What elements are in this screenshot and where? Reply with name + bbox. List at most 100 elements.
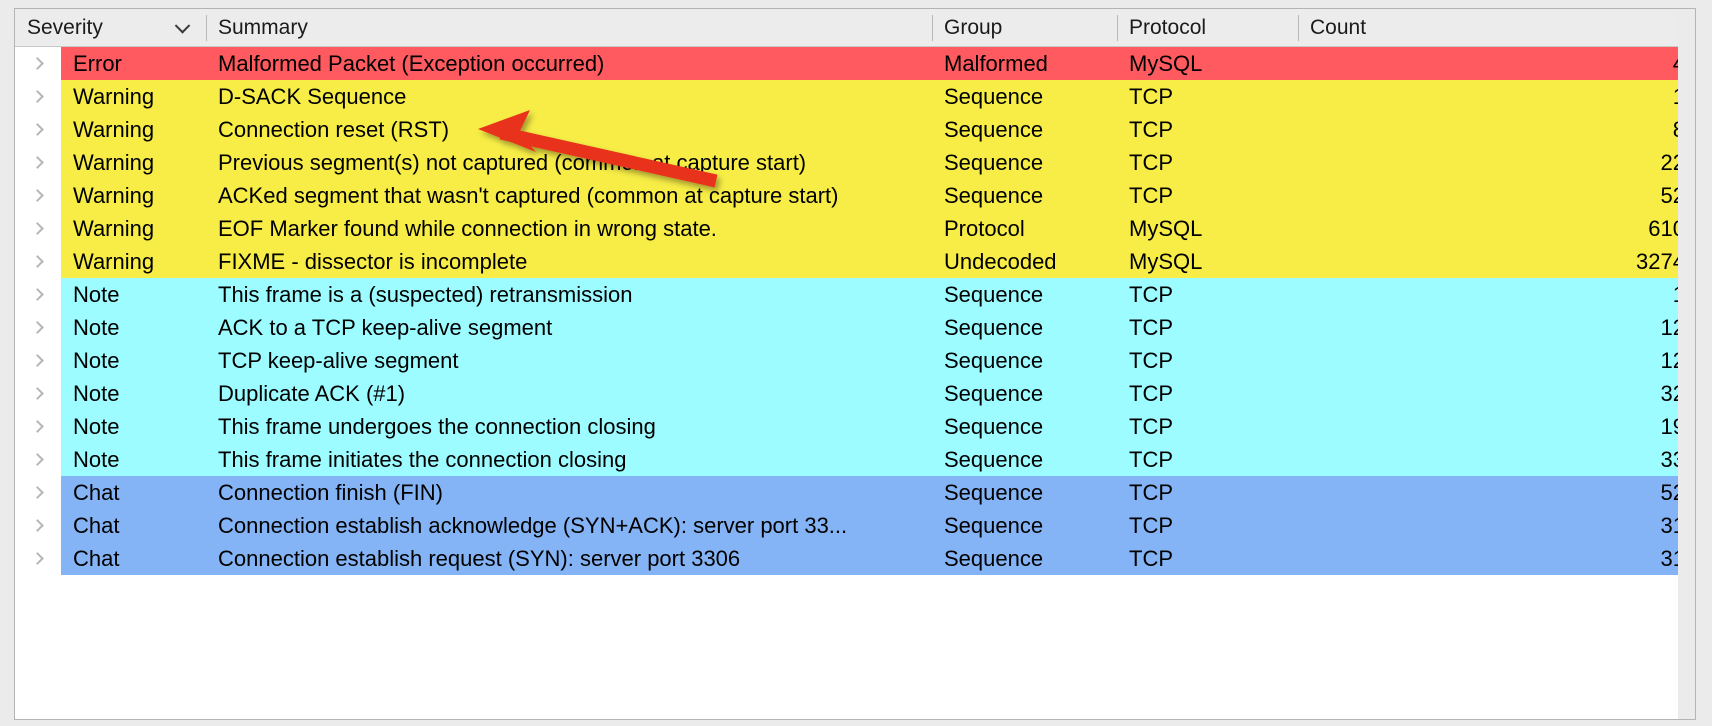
chevron-right-icon: [30, 189, 44, 202]
cell-protocol: TCP: [1117, 113, 1298, 146]
column-header-protocol-label: Protocol: [1129, 15, 1207, 39]
cell-count: 1: [1298, 278, 1695, 311]
cell-severity: Chat: [61, 509, 206, 542]
chevron-right-icon: [30, 321, 44, 334]
chevron-right-icon: [30, 453, 44, 466]
cell-summary: Connection establish request (SYN): serv…: [206, 542, 932, 575]
row-expander[interactable]: [15, 542, 61, 575]
chevron-right-icon: [30, 420, 44, 433]
row-expander[interactable]: [15, 179, 61, 212]
column-header-group[interactable]: Group: [932, 9, 1117, 47]
row-expander[interactable]: [15, 443, 61, 476]
chevron-right-icon: [30, 123, 44, 136]
cell-severity: Note: [61, 344, 206, 377]
cell-group: Sequence: [932, 311, 1117, 344]
cell-summary: Connection finish (FIN): [206, 476, 932, 509]
cell-severity: Warning: [61, 179, 206, 212]
table-row[interactable]: Note Duplicate ACK (#1) Sequence TCP 32: [15, 377, 1695, 410]
table-row[interactable]: Note This frame initiates the connection …: [15, 443, 1695, 476]
row-expander[interactable]: [15, 311, 61, 344]
cell-summary: ACKed segment that wasn't captured (comm…: [206, 179, 932, 212]
chevron-right-icon: [30, 354, 44, 367]
cell-protocol: TCP: [1117, 80, 1298, 113]
cell-group: Sequence: [932, 377, 1117, 410]
chevron-right-icon: [30, 90, 44, 103]
cell-group: Sequence: [932, 443, 1117, 476]
cell-group: Sequence: [932, 146, 1117, 179]
row-expander[interactable]: [15, 113, 61, 146]
cell-protocol: TCP: [1117, 146, 1298, 179]
row-expander[interactable]: [15, 47, 61, 80]
cell-severity: Warning: [61, 245, 206, 278]
table-row[interactable]: Warning FIXME - dissector is incomplete Un…: [15, 245, 1695, 278]
row-expander[interactable]: [15, 245, 61, 278]
cell-severity: Warning: [61, 113, 206, 146]
cell-count: 33: [1298, 443, 1695, 476]
row-expander[interactable]: [15, 146, 61, 179]
column-header-summary[interactable]: Summary: [206, 9, 932, 47]
table-row[interactable]: WarningD-SACK SequenceSequenceTCP1: [15, 80, 1695, 113]
table-row[interactable]: Warning Connection reset (RST) Sequence TCP…: [15, 113, 1695, 146]
cell-severity: Note: [61, 410, 206, 443]
row-expander[interactable]: [15, 509, 61, 542]
table-body: Error Malformed Packet (Exception occurre…: [15, 47, 1695, 719]
table-row[interactable]: Warning ACKed segment that wasn't capture…: [15, 179, 1695, 212]
cell-summary: ACK to a TCP keep-alive segment: [206, 311, 932, 344]
column-header-group-label: Group: [944, 15, 1003, 39]
cell-protocol: TCP: [1117, 443, 1298, 476]
chevron-down-icon: [174, 17, 191, 34]
cell-summary: Malformed Packet (Exception occurred): [206, 47, 932, 80]
cell-summary: Connection reset (RST): [206, 113, 932, 146]
cell-group: Sequence: [932, 179, 1117, 212]
table-row[interactable]: Note TCP keep-alive segment Sequence TCP 12: [15, 344, 1695, 377]
cell-protocol: MySQL: [1117, 245, 1298, 278]
table-row[interactable]: Chat Connection establish acknowledge (SY…: [15, 509, 1695, 542]
cell-protocol: TCP: [1117, 476, 1298, 509]
table-row[interactable]: Chat Connection establish request (SYN): …: [15, 542, 1695, 575]
row-expander[interactable]: [15, 212, 61, 245]
row-expander[interactable]: [15, 80, 61, 113]
column-header-count[interactable]: Count: [1298, 9, 1695, 47]
expert-information-window: Severity Summary Group Protocol Count Er…: [0, 0, 1712, 726]
table-row[interactable]: Note This frame undergoes the connection …: [15, 410, 1695, 443]
cell-group: Sequence: [932, 476, 1117, 509]
table-row[interactable]: Error Malformed Packet (Exception occurre…: [15, 47, 1695, 80]
cell-count: 31: [1298, 509, 1695, 542]
cell-group: Malformed: [932, 47, 1117, 80]
cell-group: Protocol: [932, 212, 1117, 245]
cell-summary: D-SACK Sequence: [206, 80, 932, 113]
cell-summary: Duplicate ACK (#1): [206, 377, 932, 410]
cell-severity: Note: [61, 377, 206, 410]
cell-count: 19: [1298, 410, 1695, 443]
column-header-summary-label: Summary: [218, 15, 308, 39]
cell-summary: TCP keep-alive segment: [206, 344, 932, 377]
table-row[interactable]: Note This frame is a (suspected) retransm…: [15, 278, 1695, 311]
cell-summary: Connection establish acknowledge (SYN+AC…: [206, 509, 932, 542]
row-expander[interactable]: [15, 278, 61, 311]
table-row[interactable]: Warning EOF Marker found while connection…: [15, 212, 1695, 245]
row-expander[interactable]: [15, 344, 61, 377]
cell-group: Sequence: [932, 80, 1117, 113]
cell-summary: This frame initiates the connection clos…: [206, 443, 932, 476]
cell-severity: Note: [61, 443, 206, 476]
table-row[interactable]: Warning Previous segment(s) not captured …: [15, 146, 1695, 179]
cell-severity: Chat: [61, 476, 206, 509]
cell-severity: Note: [61, 278, 206, 311]
cell-count: 8: [1298, 113, 1695, 146]
chevron-right-icon: [30, 387, 44, 400]
cell-protocol: TCP: [1117, 410, 1298, 443]
expert-info-table-panel: Severity Summary Group Protocol Count Er…: [14, 8, 1696, 720]
cell-protocol: TCP: [1117, 377, 1298, 410]
cell-group: Undecoded: [932, 245, 1117, 278]
chevron-right-icon: [30, 156, 44, 169]
row-expander[interactable]: [15, 476, 61, 509]
row-expander[interactable]: [15, 410, 61, 443]
cell-severity: Warning: [61, 80, 206, 113]
table-row[interactable]: Note ACK to a TCP keep-alive segment Seque…: [15, 311, 1695, 344]
table-row[interactable]: Chat Connection finish (FIN) Sequence TCP 52: [15, 476, 1695, 509]
column-header-severity[interactable]: Severity: [15, 9, 206, 47]
column-header-protocol[interactable]: Protocol: [1117, 9, 1298, 47]
vertical-scrollbar[interactable]: [1678, 9, 1695, 719]
row-expander[interactable]: [15, 377, 61, 410]
chevron-right-icon: [30, 222, 44, 235]
